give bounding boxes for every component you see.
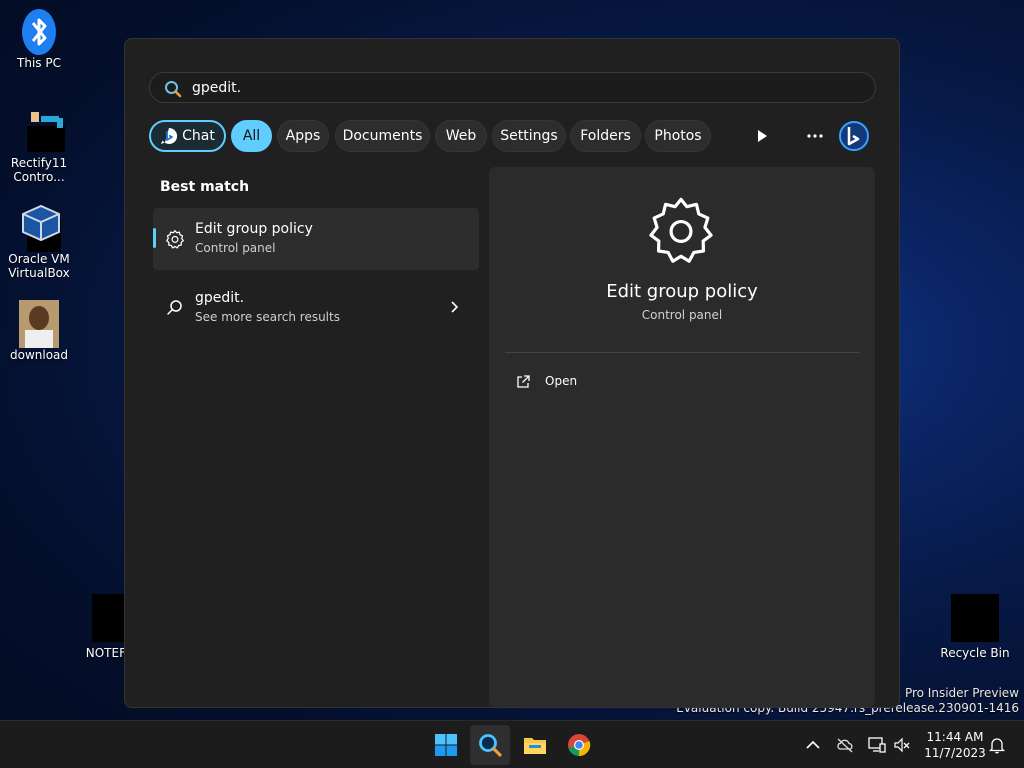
search-panel: Chat All Apps Documents Web Settings Fol… <box>124 38 900 708</box>
network-icon[interactable] <box>868 736 886 754</box>
search-box[interactable] <box>149 72 876 103</box>
result-title: Edit group policy <box>195 221 313 237</box>
filter-label: Photos <box>654 128 702 144</box>
filter-apps[interactable]: Apps <box>277 120 329 152</box>
filter-folders[interactable]: Folders <box>570 120 641 152</box>
filter-label: Web <box>445 128 477 144</box>
file-explorer-icon <box>524 738 546 754</box>
taskbar: 11:44 AM 11/7/2023 <box>0 720 1024 768</box>
result-detail-pane: Edit group policy Control panel Open <box>489 167 875 707</box>
detail-subtitle: Control panel <box>641 308 723 322</box>
virtualbox-icon <box>17 204 61 252</box>
desktop-icon-virtualbox[interactable]: Oracle VM VirtualBox <box>3 204 75 280</box>
desktop-icon-label: NOTEF <box>85 646 126 660</box>
recycle-bin-icon <box>951 594 999 642</box>
desktop-icon-label: Oracle VM VirtualBox <box>8 252 70 280</box>
filter-label: All <box>242 128 261 144</box>
result-see-more[interactable]: gpedit. See more search results <box>153 277 479 335</box>
windows-start-icon <box>435 734 457 756</box>
detail-title: Edit group policy <box>606 281 758 302</box>
filter-all[interactable]: All <box>231 120 272 152</box>
filter-web[interactable]: Web <box>435 120 487 152</box>
filter-photos[interactable]: Photos <box>645 120 711 152</box>
search-input[interactable] <box>192 77 792 99</box>
chrome-icon <box>568 734 591 757</box>
filter-chat[interactable]: Chat <box>149 120 226 152</box>
detail-divider <box>505 352 860 353</box>
file-explorer-button[interactable] <box>515 725 555 765</box>
result-title: gpedit. <box>195 290 245 306</box>
desktop-icon-label: download <box>9 348 69 362</box>
open-action-label: Open <box>545 374 578 388</box>
start-button[interactable] <box>426 725 466 765</box>
desktop-icon-recycle-bin[interactable]: Recycle Bin <box>938 594 1012 660</box>
result-subtitle: Control panel <box>195 241 276 255</box>
desktop-icon-label: This PC <box>17 56 61 70</box>
bluetooth-icon <box>17 8 61 55</box>
open-action[interactable]: Open <box>505 367 860 397</box>
notification-bell-icon[interactable] <box>988 736 1006 754</box>
filter-label: Apps <box>285 128 321 144</box>
selection-accent <box>153 228 156 248</box>
gear-icon <box>649 197 713 263</box>
clock-time: 11:44 AM <box>926 730 984 744</box>
result-subtitle: See more search results <box>195 310 340 324</box>
taskbar-clock[interactable]: 11:44 AM 11/7/2023 <box>920 729 990 761</box>
chevron-up-icon[interactable] <box>804 736 822 754</box>
play-next-icon[interactable] <box>755 129 769 143</box>
search-icon <box>167 300 182 315</box>
result-edit-group-policy[interactable]: Edit group policy Control panel <box>153 208 479 270</box>
open-external-icon <box>517 375 530 388</box>
volume-muted-icon[interactable] <box>893 736 911 754</box>
filter-documents[interactable]: Documents <box>335 120 430 152</box>
filter-label: Chat <box>182 128 215 144</box>
desktop-icon-download[interactable]: download <box>3 300 75 362</box>
rectify11-icon <box>17 108 67 152</box>
chevron-right-icon[interactable] <box>449 301 459 313</box>
desktop-icon-label: Recycle Bin <box>940 646 1010 660</box>
filter-label: Folders <box>580 128 631 144</box>
gear-icon <box>166 230 184 249</box>
more-options-icon[interactable] <box>807 133 823 139</box>
best-match-heading: Best match <box>160 179 250 195</box>
clock-date: 11/7/2023 <box>924 746 986 760</box>
notepad-icon <box>92 594 126 642</box>
filter-settings[interactable]: Settings <box>492 120 566 152</box>
taskbar-search-button[interactable] <box>470 725 510 765</box>
bing-chat-icon <box>161 127 178 144</box>
desktop-icon-this-pc[interactable]: This PC <box>3 8 75 70</box>
chrome-button[interactable] <box>559 725 599 765</box>
desktop-icon-label: Rectify11 Contro... <box>10 156 68 184</box>
filter-label: Settings <box>500 128 558 144</box>
photo-thumbnail-icon <box>17 300 61 348</box>
search-icon <box>479 734 502 757</box>
search-icon <box>165 81 182 98</box>
bing-icon[interactable] <box>838 120 870 152</box>
onedrive-offline-icon[interactable] <box>836 736 854 754</box>
filter-label: Documents <box>342 128 423 144</box>
desktop-icon-notepad[interactable]: NOTEF <box>74 594 126 660</box>
desktop-icon-rectify11[interactable]: Rectify11 Contro... <box>3 108 75 184</box>
